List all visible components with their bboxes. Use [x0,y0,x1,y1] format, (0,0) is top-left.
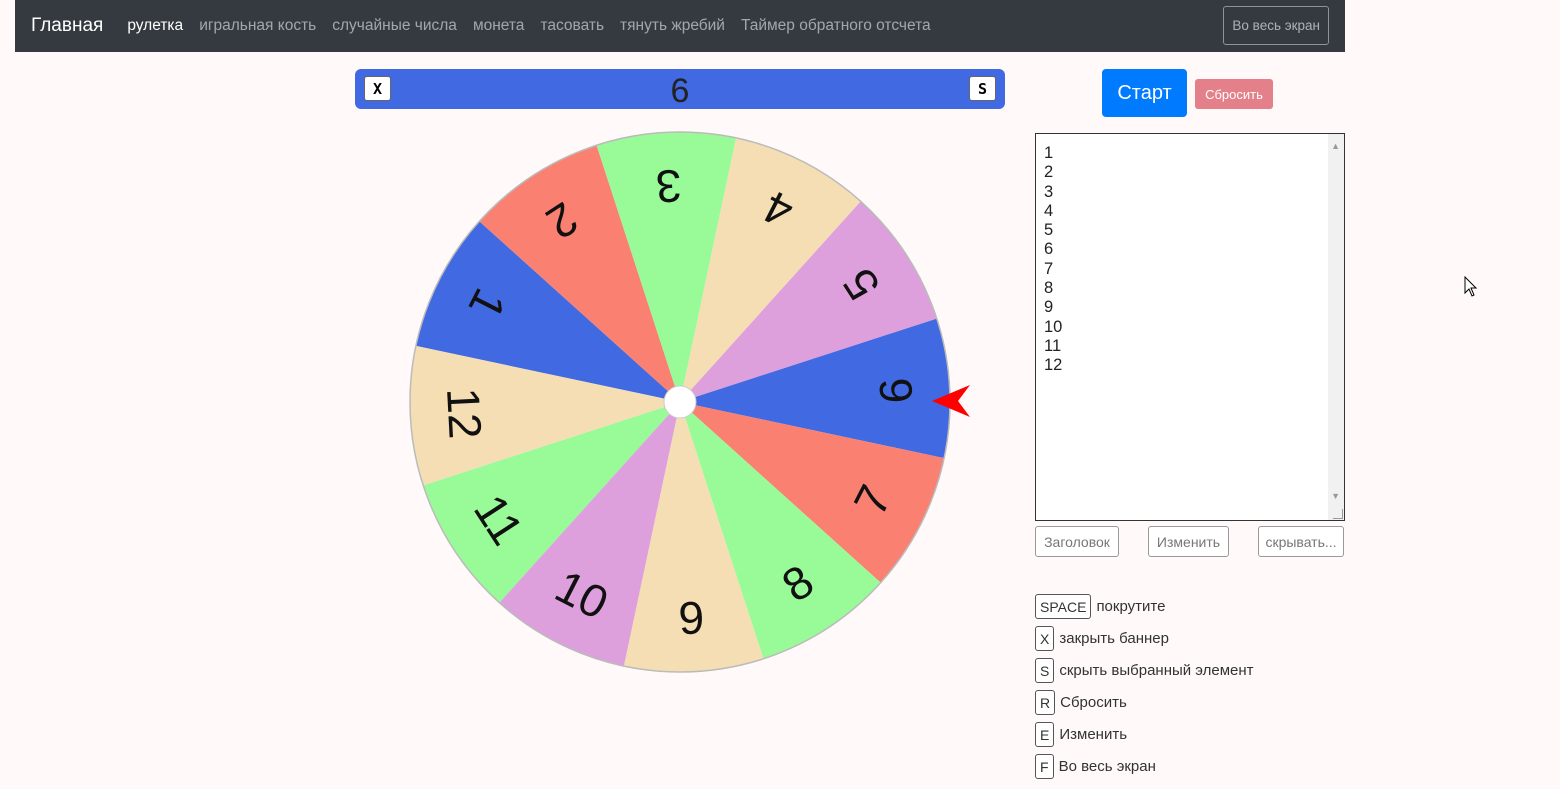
reset-button[interactable]: Сбросить [1195,79,1273,109]
kbd-key: X [1035,626,1055,651]
wheel-sector-label: 3 [655,160,683,213]
edit-button[interactable]: Изменить [1148,526,1229,557]
item-line: 5 [1044,221,1054,240]
wheel-sector-label: 12 [437,386,492,440]
shortcut-x: X закрыть баннер [1035,626,1169,651]
scroll-down-icon[interactable]: ▼ [1331,487,1340,506]
items-list: 1 2 3 4 5 6 7 8 9 10 11 12 [1044,144,1336,376]
wheel-sector-label: 6 [869,377,922,405]
kbd-key: SPACE [1035,594,1092,619]
shortcut-label: закрыть баннер [1059,630,1169,647]
kbd-key: R [1035,690,1056,715]
item-line: 9 [1044,298,1054,317]
item-line: 10 [1044,317,1063,336]
wheel-graphic[interactable]: 123 456789101112 [408,130,952,674]
scroll-up-icon[interactable]: ▲ [1331,137,1340,156]
nav-link-dice[interactable]: игральная кость [199,17,316,35]
kbd-key: S [1035,658,1055,683]
shortcut-e: E Изменить [1035,722,1127,747]
shortcut-label: скрыть выбранный элемент [1059,662,1254,679]
item-line: 11 [1044,336,1062,355]
kbd-key: E [1035,722,1055,747]
textarea-scrollbar[interactable]: ▲ ▼ [1328,134,1344,520]
item-line: 7 [1044,259,1054,278]
item-line: 1 [1044,144,1054,162]
top-navbar: Главная рулетка игральная кость случайны… [15,0,1345,52]
item-line: 8 [1044,279,1054,298]
pointer-arrow-icon [932,385,970,417]
result-banner: X 6 S [355,69,1005,110]
fullscreen-button[interactable]: Во весь экран [1223,6,1329,45]
item-line: 12 [1044,356,1063,375]
shortcut-space: SPACE покрутите [1035,594,1165,619]
nav-link-roulette[interactable]: рулетка [127,17,183,35]
shortcut-f: F Во весь экран [1035,754,1156,779]
hide-button[interactable]: скрывать... [1258,526,1344,557]
item-line: 3 [1044,182,1054,201]
shortcut-label: Изменить [1059,726,1128,743]
shortcut-label: Во весь экран [1058,758,1156,775]
shortcut-r: R Сбросить [1035,690,1127,715]
shortcut-label: покрутите [1096,598,1166,615]
roulette-wheel[interactable]: 1 2 3 4 5 6 7 8 9 10 11 12 [408,130,952,674]
items-textarea[interactable]: 1 2 3 4 5 6 7 8 9 10 11 12 ▲ ▼ [1035,133,1345,521]
shortcut-label: Сбросить [1060,694,1127,711]
mouse-cursor-icon [1464,276,1478,297]
item-line: 4 [1044,201,1054,220]
item-line: 2 [1044,163,1054,182]
nav-link-coin[interactable]: монета [473,17,525,35]
nav-link-random-numbers[interactable]: случайные числа [332,17,457,35]
resize-grip-icon[interactable] [1333,509,1343,519]
brand-link[interactable]: Главная [31,15,103,37]
nav-link-draw-lots[interactable]: тянуть жребий [620,17,725,35]
kbd-key: F [1035,754,1054,779]
wheel-sector-label: 9 [677,591,705,644]
shortcut-s: S скрыть выбранный элемент [1035,658,1254,683]
hide-selected-button[interactable]: S [969,76,996,101]
title-button[interactable]: Заголовок [1035,526,1119,557]
nav-link-countdown-timer[interactable]: Таймер обратного отсчета [741,17,931,35]
nav-link-shuffle[interactable]: тасовать [540,17,604,35]
result-value: 6 [670,72,690,110]
start-button[interactable]: Старт [1102,69,1187,117]
item-line: 6 [1044,240,1054,259]
wheel-center-hub [663,385,697,419]
